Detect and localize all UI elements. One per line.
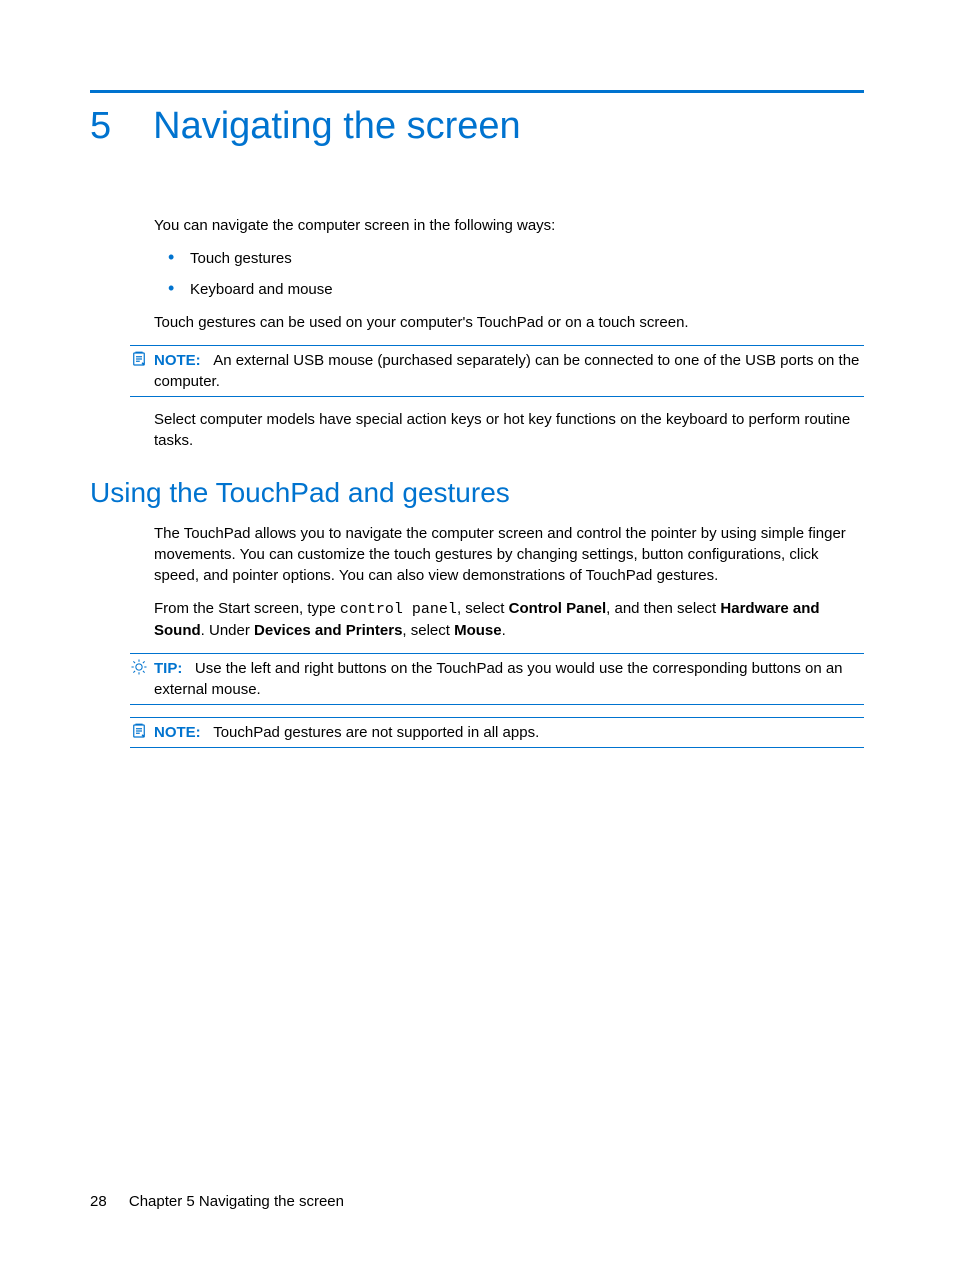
- p2-mid2: , and then select: [606, 600, 720, 617]
- section-para2: From the Start screen, type control pane…: [154, 598, 864, 641]
- footer-chapter: Chapter 5 Navigating the screen: [129, 1193, 344, 1210]
- action-keys-block: Select computer models have special acti…: [154, 409, 864, 451]
- action-keys-para: Select computer models have special acti…: [154, 409, 864, 451]
- p2-pre: From the Start screen, type: [154, 600, 340, 617]
- chapter-number: 5: [90, 107, 111, 145]
- note-icon: [130, 722, 148, 745]
- page-footer: 28 Chapter 5 Navigating the screen: [90, 1193, 344, 1210]
- intro-block: You can navigate the computer screen in …: [154, 215, 864, 333]
- page-number: 28: [90, 1193, 107, 1210]
- p2-mid4: , select: [402, 622, 454, 639]
- intro-lead: You can navigate the computer screen in …: [154, 215, 864, 236]
- bullet-item: Touch gestures: [154, 248, 864, 269]
- tip-label: TIP:: [154, 660, 182, 677]
- note-text: [205, 352, 213, 369]
- section-block: The TouchPad allows you to navigate the …: [154, 523, 864, 641]
- tip-text: Use the left and right buttons on the To…: [154, 660, 843, 698]
- section-heading: Using the TouchPad and gestures: [90, 477, 864, 509]
- note-label: NOTE:: [154, 352, 201, 369]
- note2-text: TouchPad gestures are not supported in a…: [213, 724, 539, 741]
- intro-bullets: Touch gestures Keyboard and mouse: [154, 248, 864, 300]
- section-para1: The TouchPad allows you to navigate the …: [154, 523, 864, 586]
- p2-code: control panel: [340, 601, 457, 618]
- note1-text: An external USB mouse (purchased separat…: [154, 352, 859, 390]
- note2-label: NOTE:: [154, 724, 201, 741]
- note-callout: NOTE: An external USB mouse (purchased s…: [130, 345, 864, 397]
- p2-end: .: [502, 622, 506, 639]
- p2-b1: Control Panel: [509, 600, 607, 617]
- p2-b3: Devices and Printers: [254, 622, 402, 639]
- p2-mid1: , select: [457, 600, 509, 617]
- tip-callout: TIP: Use the left and right buttons on t…: [130, 653, 864, 705]
- p2-mid3: . Under: [201, 622, 254, 639]
- p2-b4: Mouse: [454, 622, 502, 639]
- bullet-item: Keyboard and mouse: [154, 279, 864, 300]
- chapter-title: Navigating the screen: [153, 107, 521, 145]
- note-icon: [130, 350, 148, 373]
- chapter-top-rule: [90, 90, 864, 93]
- note-callout-2: NOTE: TouchPad gestures are not supporte…: [130, 717, 864, 748]
- intro-after-bullets: Touch gestures can be used on your compu…: [154, 312, 864, 333]
- chapter-heading: 5 Navigating the screen: [90, 107, 864, 145]
- tip-icon: [130, 658, 148, 681]
